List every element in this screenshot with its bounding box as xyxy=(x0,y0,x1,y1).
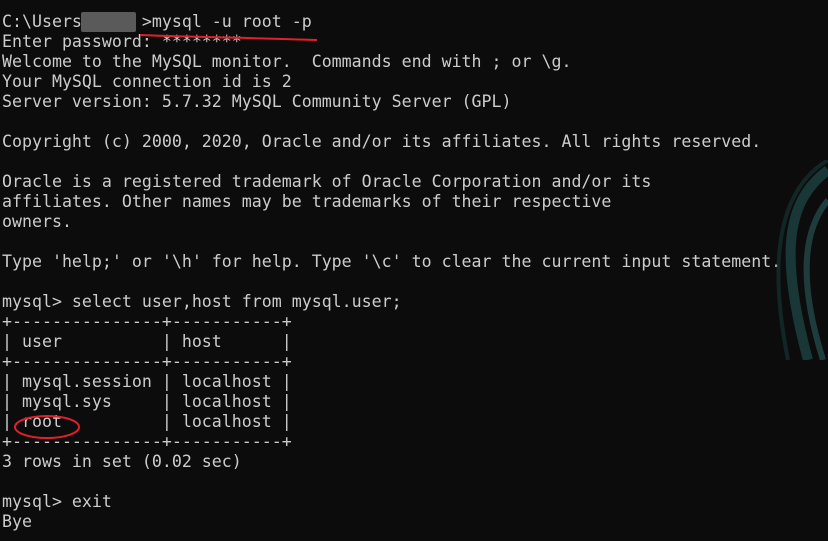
trademark-line: affiliates. Other names may be trademark… xyxy=(2,192,612,211)
query-line: mysql> select user,host from mysql.user; xyxy=(2,292,402,311)
help-line: Type 'help;' or '\h' for help. Type '\c'… xyxy=(2,252,782,271)
prompt-line: C:\Users >mysql -u root -p xyxy=(2,12,312,31)
terminal-window[interactable]: C:\Users >mysql -u root -p Enter passwor… xyxy=(0,0,828,541)
background-swirl-decoration xyxy=(776,160,828,360)
server-version-line: Server version: 5.7.32 MySQL Community S… xyxy=(2,92,512,111)
result-table-row: | root | localhost | xyxy=(2,412,292,431)
trademark-line: owners. xyxy=(2,212,72,231)
rows-summary-line: 3 rows in set (0.02 sec) xyxy=(2,452,242,471)
welcome-line: Welcome to the MySQL monitor. Commands e… xyxy=(2,52,572,71)
result-table-border: +---------------+-----------+ xyxy=(2,312,292,331)
password-line: Enter password: ******** xyxy=(2,32,242,51)
connection-id-line: Your MySQL connection id is 2 xyxy=(2,72,292,91)
result-table-row: | mysql.session | localhost | xyxy=(2,372,292,391)
redacted-username xyxy=(81,12,136,32)
result-table-border: +---------------+-----------+ xyxy=(2,432,292,451)
trademark-line: Oracle is a registered trademark of Orac… xyxy=(2,172,652,191)
result-table-border: +---------------+-----------+ xyxy=(2,352,292,371)
exit-command-line: mysql> exit xyxy=(2,492,112,511)
result-table-row: | mysql.sys | localhost | xyxy=(2,392,292,411)
copyright-line: Copyright (c) 2000, 2020, Oracle and/or … xyxy=(2,132,762,151)
result-table-header: | user | host | xyxy=(2,332,292,351)
bye-line: Bye xyxy=(2,512,32,531)
